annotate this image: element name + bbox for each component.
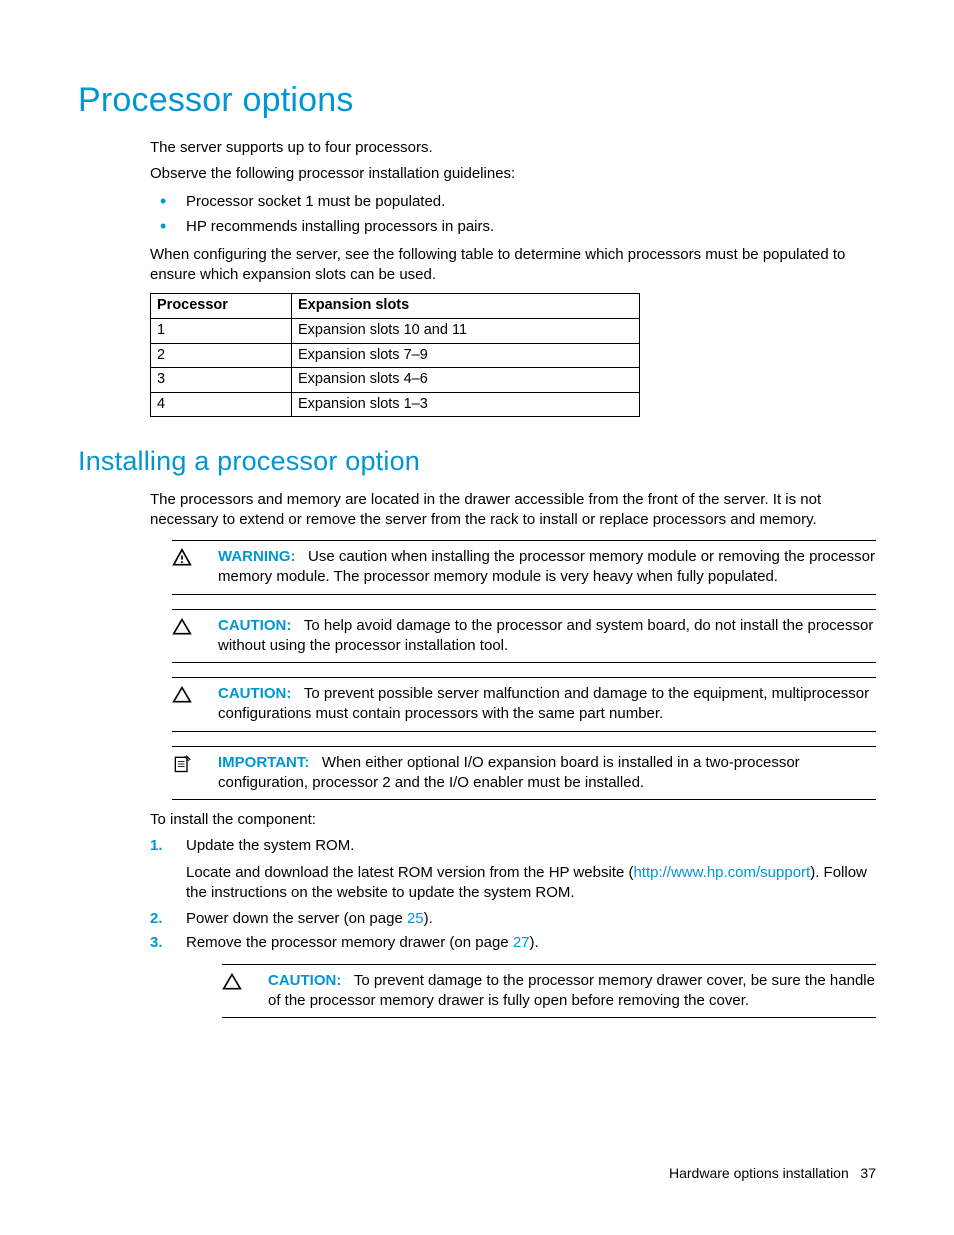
footer-page-number: 37 xyxy=(860,1165,876,1181)
list-item: HP recommends installing processors in p… xyxy=(150,217,876,237)
section-body: The server supports up to four processor… xyxy=(150,138,876,417)
caution-body: To prevent possible server malfunction a… xyxy=(218,685,869,722)
warning-body: Use caution when installing the processo… xyxy=(218,548,875,585)
important-icon xyxy=(172,754,194,774)
important-label: IMPORTANT: xyxy=(218,754,309,771)
caution-label: CAUTION: xyxy=(218,617,291,634)
table-cell: 3 xyxy=(151,368,292,393)
step-subtext: Locate and download the latest ROM versi… xyxy=(186,863,876,904)
table-cell: Expansion slots 4–6 xyxy=(292,368,640,393)
step-item: Power down the server (on page 25). xyxy=(150,909,876,929)
install-steps: Update the system ROM. Locate and downlo… xyxy=(150,836,876,1018)
paragraph: The server supports up to four processor… xyxy=(150,138,876,158)
warning-icon xyxy=(172,548,194,568)
table-header-row: Processor Expansion slots xyxy=(151,294,640,319)
caution-icon xyxy=(222,972,244,992)
caution-body: To help avoid damage to the processor an… xyxy=(218,617,873,654)
step-item: Update the system ROM. Locate and downlo… xyxy=(150,836,876,903)
table-row: 2 Expansion slots 7–9 xyxy=(151,343,640,368)
caution-callout: CAUTION: To help avoid damage to the pro… xyxy=(172,609,876,664)
callout-text: CAUTION: To prevent possible server malf… xyxy=(218,684,876,725)
table-header: Processor xyxy=(151,294,292,319)
list-item: Processor socket 1 must be populated. xyxy=(150,192,876,212)
paragraph: When configuring the server, see the fol… xyxy=(150,245,876,286)
table-cell: 4 xyxy=(151,392,292,417)
table-cell: Expansion slots 7–9 xyxy=(292,343,640,368)
table-row: 4 Expansion slots 1–3 xyxy=(151,392,640,417)
table-cell: 1 xyxy=(151,318,292,343)
page-link[interactable]: 27 xyxy=(513,934,530,951)
paragraph: The processors and memory are located in… xyxy=(150,490,876,531)
page-footer: Hardware options installation 37 xyxy=(669,1164,876,1183)
table-cell: 2 xyxy=(151,343,292,368)
caution-callout: CAUTION: To prevent possible server malf… xyxy=(172,677,876,732)
warning-label: WARNING: xyxy=(218,548,296,565)
paragraph: Observe the following processor installa… xyxy=(150,164,876,184)
caution-body: To prevent damage to the processor memor… xyxy=(268,972,875,1009)
table-row: 1 Expansion slots 10 and 11 xyxy=(151,318,640,343)
caution-label: CAUTION: xyxy=(268,972,341,989)
callout-text: IMPORTANT: When either optional I/O expa… xyxy=(218,753,876,794)
support-link[interactable]: http://www.hp.com/support xyxy=(633,864,810,881)
caution-icon xyxy=(172,685,194,705)
table-row: 3 Expansion slots 4–6 xyxy=(151,368,640,393)
caution-label: CAUTION: xyxy=(218,685,291,702)
table-cell: Expansion slots 10 and 11 xyxy=(292,318,640,343)
bullet-list: Processor socket 1 must be populated. HP… xyxy=(150,192,876,237)
heading-processor-options: Processor options xyxy=(78,78,876,124)
section-body: The processors and memory are located in… xyxy=(150,490,876,1019)
processor-table: Processor Expansion slots 1 Expansion sl… xyxy=(150,293,640,417)
page: Processor options The server supports up… xyxy=(0,0,954,1235)
caution-callout: CAUTION: To prevent damage to the proces… xyxy=(222,964,876,1019)
step-item: Remove the processor memory drawer (on p… xyxy=(150,933,876,1018)
step-text: Update the system ROM. xyxy=(186,837,354,854)
footer-section: Hardware options installation xyxy=(669,1165,849,1181)
warning-callout: WARNING: Use caution when installing the… xyxy=(172,540,876,595)
paragraph: To install the component: xyxy=(150,810,876,830)
important-callout: IMPORTANT: When either optional I/O expa… xyxy=(172,746,876,801)
table-cell: Expansion slots 1–3 xyxy=(292,392,640,417)
page-link[interactable]: 25 xyxy=(407,910,424,927)
callout-text: CAUTION: To help avoid damage to the pro… xyxy=(218,616,876,657)
callout-text: CAUTION: To prevent damage to the proces… xyxy=(268,971,876,1012)
caution-icon xyxy=(172,617,194,637)
table-header: Expansion slots xyxy=(292,294,640,319)
heading-installing: Installing a processor option xyxy=(78,443,876,479)
callout-text: WARNING: Use caution when installing the… xyxy=(218,547,876,588)
